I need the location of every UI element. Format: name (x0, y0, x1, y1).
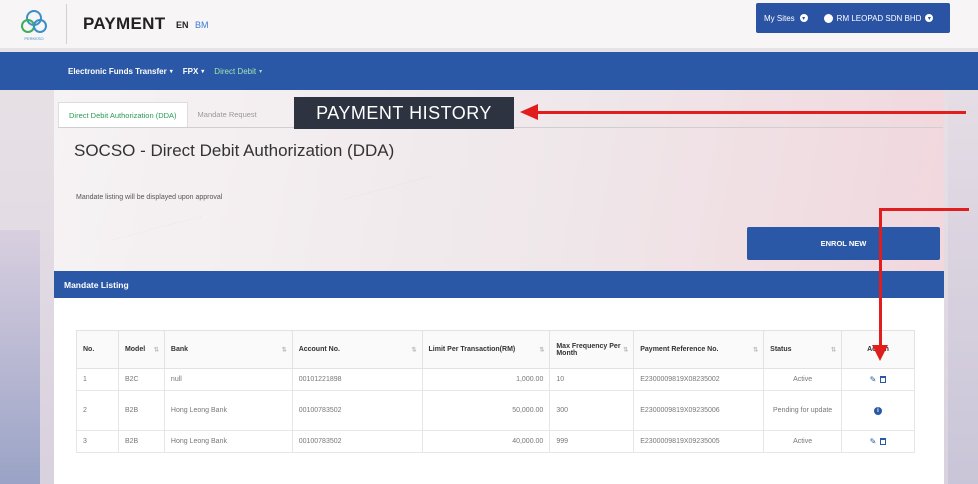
tab-bar: Direct Debit Authorization (DDA) Mandate… (58, 98, 267, 128)
cell-bank: Hong Leong Bank (163, 390, 293, 431)
sort-icon: ⇅ (623, 347, 629, 353)
nav-item-fpx[interactable]: FPX ▾ (183, 67, 205, 76)
cell-action: ✎ (841, 368, 915, 391)
col-header-account[interactable]: Account No. ⇅ (291, 330, 423, 369)
cell-no: 1 (76, 368, 119, 391)
annotation-arrow-vertical (879, 210, 882, 350)
svg-text:PERKESO: PERKESO (24, 36, 43, 41)
chevron-down-icon: ▾ (201, 68, 205, 75)
col-header-no: No. (76, 330, 119, 369)
nav-item-label: FPX (182, 66, 199, 76)
cell-model: B2C (117, 368, 165, 391)
annotation-arrowhead-down-icon (872, 345, 888, 361)
logo-divider (66, 4, 67, 44)
edit-icon[interactable]: ✎ (870, 437, 877, 446)
account-bar: My Sites ▾ RM LEOPAD SDN BHD ▾ (756, 3, 950, 33)
col-header-status[interactable]: Status ⇅ (763, 330, 843, 369)
cell-frequency: 300 (549, 390, 635, 431)
cell-reference: E2300009819X09235006 (633, 390, 765, 431)
cell-limit: 1,000.00 (421, 368, 551, 391)
mandate-table: No. Model ⇅ Bank ⇅ Account No. ⇅ Limit Per … (76, 330, 915, 453)
annotation-arrow-top-segment (879, 208, 969, 211)
cell-reference: E2300009819X08235002 (633, 368, 765, 391)
col-header-bank[interactable]: Bank ⇅ (163, 330, 293, 369)
cell-frequency: 10 (549, 368, 635, 391)
chevron-down-icon: ▾ (259, 68, 263, 75)
chevron-down-icon: ▾ (925, 14, 934, 22)
cell-bank: Hong Leong Bank (163, 430, 293, 453)
chevron-down-icon: ▾ (169, 68, 173, 75)
cell-status: Pending for update (763, 390, 843, 431)
nav-item-eft[interactable]: Electronic Funds Transfer ▾ (68, 67, 173, 76)
cell-account: 00101221898 (291, 368, 423, 391)
company-menu[interactable]: RM LEOPAD SDN BHD ▾ (823, 13, 934, 23)
cell-reference: E2300009819X09235005 (633, 430, 765, 453)
nav-item-label: Electronic Funds Transfer (68, 66, 167, 76)
right-strip (948, 60, 978, 484)
payment-history-callout: PAYMENT HISTORY (294, 97, 514, 129)
sort-icon: ⇅ (281, 347, 287, 353)
app-title: PAYMENT (83, 14, 166, 33)
top-header: PERKESO PAYMENT EN BM My Sites ▾ RM LEOP… (0, 0, 978, 48)
lang-en-link[interactable]: EN (176, 20, 189, 30)
cell-status: Active (763, 430, 843, 453)
chevron-down-icon: ▾ (799, 14, 808, 22)
sort-icon: ⇅ (753, 347, 759, 353)
perkeso-logo-icon: PERKESO (21, 10, 47, 41)
my-sites-label: My Sites (764, 13, 795, 23)
cell-account: 00100783502 (291, 390, 423, 431)
cell-frequency: 999 (549, 430, 635, 453)
enrol-new-button[interactable]: ENROL NEW (747, 227, 940, 260)
cell-limit: 50,000.00 (421, 390, 551, 431)
info-icon[interactable]: i (874, 406, 883, 415)
cell-limit: 40,000.00 (421, 430, 551, 453)
table-row: 1 B2C null 00101221898 1,000.00 10 E2300… (76, 368, 915, 391)
delete-icon[interactable] (880, 376, 887, 383)
table-row: 2 B2B Hong Leong Bank 00100783502 50,000… (76, 390, 915, 431)
my-sites-menu[interactable]: My Sites ▾ (764, 14, 808, 23)
tab-mandate-request[interactable]: Mandate Request (188, 102, 267, 128)
avatar (823, 13, 833, 23)
table-header-row: No. Model ⇅ Bank ⇅ Account No. ⇅ Limit Per … (76, 330, 915, 369)
tab-dda[interactable]: Direct Debit Authorization (DDA) (58, 102, 188, 128)
cell-no: 2 (76, 390, 119, 431)
annotation-arrowhead-left-icon (520, 104, 538, 120)
language-switcher: EN BM (176, 20, 209, 30)
sort-icon: ⇅ (411, 347, 417, 353)
main-nav: Electronic Funds Transfer ▾ FPX ▾ Direct… (0, 52, 978, 90)
cell-action: ✎ (841, 430, 915, 453)
cell-no: 3 (76, 430, 119, 453)
nav-item-label: Direct Debit (214, 66, 257, 76)
col-header-model[interactable]: Model ⇅ (117, 330, 165, 369)
edit-icon[interactable]: ✎ (870, 375, 877, 384)
mandate-note: Mandate listing will be displayed upon a… (76, 194, 223, 201)
sort-icon: ⇅ (153, 347, 159, 353)
nav-item-direct-debit[interactable]: Direct Debit ▾ (214, 67, 262, 76)
company-name: RM LEOPAD SDN BHD (836, 13, 922, 23)
cell-model: B2B (117, 430, 165, 453)
page-title: SOCSO - Direct Debit Authorization (DDA) (74, 141, 395, 160)
delete-icon[interactable] (880, 438, 887, 445)
lang-bm-link[interactable]: BM (195, 20, 209, 30)
cell-action: i (841, 390, 915, 431)
cell-model: B2B (117, 390, 165, 431)
col-header-reference[interactable]: Payment Reference No. ⇅ (633, 330, 765, 369)
col-header-limit[interactable]: Limit Per Transaction(RM) ⇅ (421, 330, 551, 369)
cell-status: Active (763, 368, 843, 391)
annotation-arrow-horizontal (538, 111, 966, 114)
sort-icon: ⇅ (539, 347, 545, 353)
col-header-frequency[interactable]: Max Frequency Per Month ⇅ (549, 330, 635, 369)
mandate-listing-header: Mandate Listing (54, 271, 944, 298)
cell-account: 00100783502 (291, 430, 423, 453)
cell-bank: null (163, 368, 293, 391)
sort-icon: ⇅ (831, 347, 837, 353)
table-row: 3 B2B Hong Leong Bank 00100783502 40,000… (76, 430, 915, 453)
